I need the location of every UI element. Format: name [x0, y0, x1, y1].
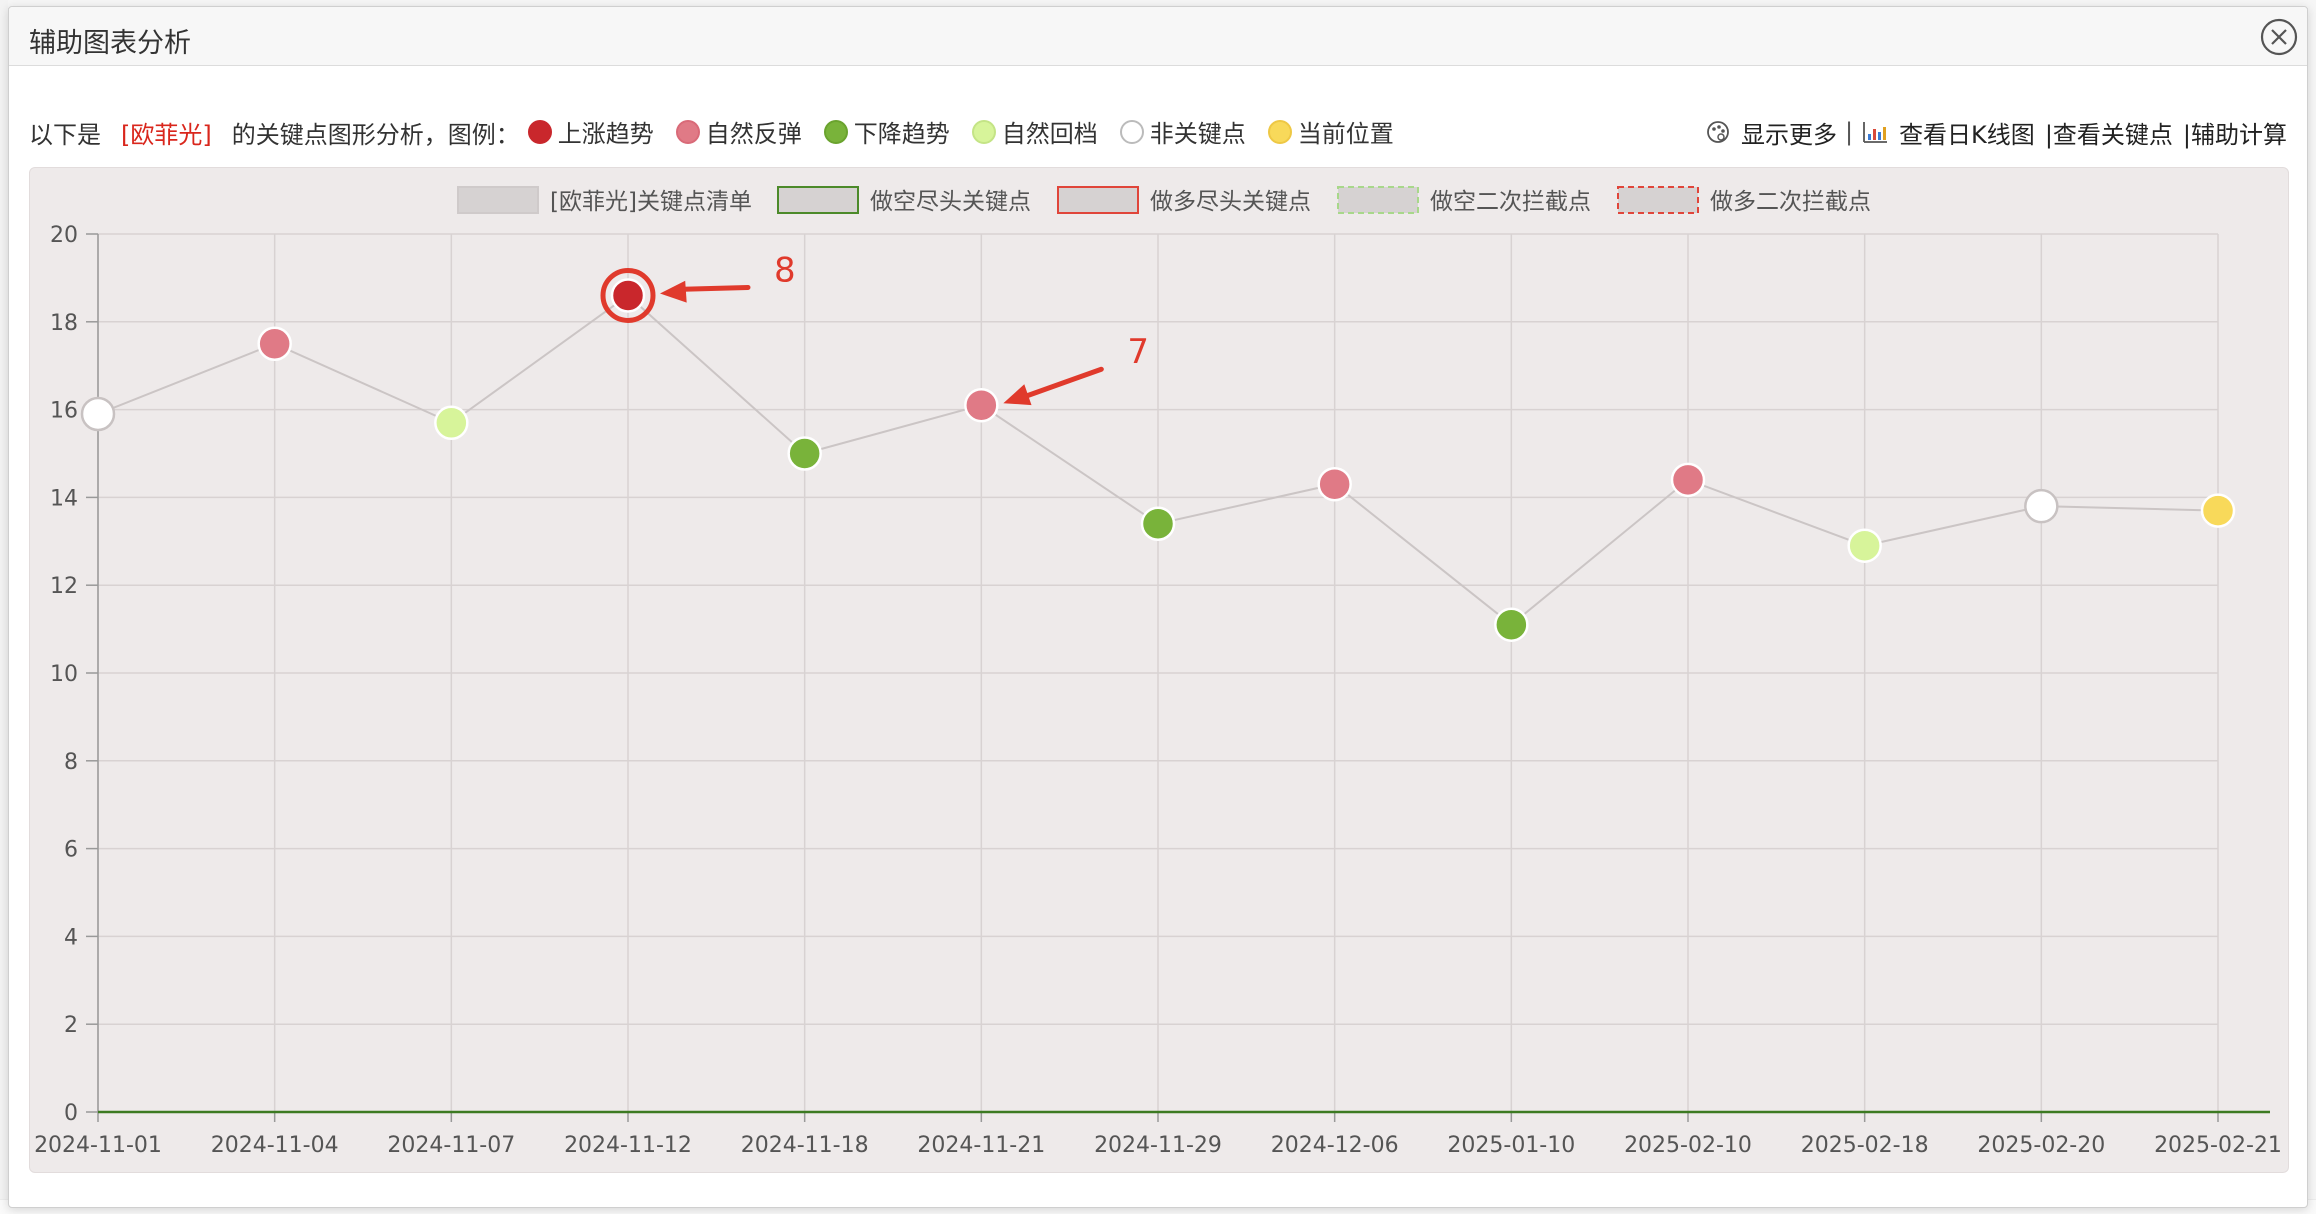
y-tick-label-4: 8 [64, 750, 78, 775]
info-suffix: 的关键点图形分析，图例： [231, 120, 520, 149]
info-prefix: 以下是 [29, 120, 101, 149]
legend-label: 非关键点 [1149, 120, 1246, 149]
data-point-3 [610, 278, 646, 313]
kline-chart-label: 查看日K线图 [1899, 120, 2035, 149]
legend-swatch-4 [1617, 186, 1699, 214]
palette-icon [1707, 121, 1729, 143]
x-tick-label-5: 2024-11-21 [917, 1133, 1045, 1158]
x-tick-label-8: 2025-01-10 [1447, 1133, 1575, 1158]
kline-chart-link[interactable]: 查看日K线图 [1861, 115, 2035, 150]
toolbar-links: 显示更多 | 查看日K线图 |查看关键点 |辅助计算 [1705, 115, 2287, 150]
annotation-arrow-shaft-1 [1014, 366, 1104, 402]
legend-label-3: 做空二次拦截点 [1430, 189, 1591, 215]
legend-dot-icon [527, 119, 552, 144]
legend-dot-icon [823, 119, 848, 144]
x-tick-label-10: 2025-02-18 [1801, 1133, 1929, 1158]
data-point-0 [80, 396, 116, 432]
legend-dot-icon [1267, 119, 1292, 144]
y-tick-label-2: 4 [64, 925, 78, 950]
legend-item-3: 自然回档 [971, 114, 1098, 149]
legend-item-5: 当前位置 [1267, 114, 1394, 149]
data-point-1 [257, 326, 292, 361]
annotation-arrow-head-1 [1003, 384, 1032, 406]
chart-panel: [欧菲光]关键点清单 做空尽头关键点 做多尽头关键点 做空二次拦截点 做多二次拦截点 0… [29, 167, 2289, 1173]
y-tick-label-5: 10 [50, 662, 78, 687]
dialog-title: 辅助图表分析 [29, 28, 191, 59]
y-tick-label-3: 6 [64, 838, 78, 863]
legend-dot-icon [1119, 119, 1144, 144]
close-icon[interactable] [2259, 17, 2299, 57]
legend-label-0: [欧菲光]关键点清单 [550, 189, 752, 215]
data-point-6 [1140, 506, 1176, 541]
dialog-titlebar: 辅助图表分析 [9, 7, 2307, 66]
data-point-9 [1670, 462, 1706, 498]
y-tick-label-7: 14 [50, 486, 78, 511]
x-tick-label-2: 2024-11-07 [387, 1133, 515, 1158]
legend-label: 下降趋势 [853, 120, 950, 149]
data-point-10 [1847, 528, 1882, 563]
y-tick-label-6: 12 [50, 574, 78, 599]
legend-item-0: 上涨趋势 [527, 114, 654, 149]
chart-legend: [欧菲光]关键点清单 做空尽头关键点 做多尽头关键点 做空二次拦截点 做多二次拦截点 [457, 186, 1871, 215]
legend-swatch-2 [1057, 186, 1139, 214]
data-point-2 [434, 405, 469, 441]
x-tick-label-9: 2025-02-10 [1624, 1133, 1752, 1158]
view-keypoints-link[interactable]: |查看关键点 [2045, 115, 2173, 150]
legend-label-2: 做多尽头关键点 [1150, 189, 1311, 215]
show-more-label: 显示更多 [1740, 120, 1837, 149]
y-tick-label-1: 2 [64, 1013, 78, 1038]
legend-label-4: 做多二次拦截点 [1710, 189, 1871, 215]
annotation-arrow-head-0 [660, 280, 687, 303]
data-point-12 [2200, 493, 2236, 528]
auxiliary-calc-link[interactable]: |辅助计算 [2183, 115, 2287, 150]
data-point-5 [964, 387, 999, 423]
stock-name: [欧菲光] [121, 120, 212, 149]
x-tick-label-12: 2025-02-21 [2154, 1133, 2282, 1158]
x-tick-label-4: 2024-11-18 [741, 1133, 869, 1158]
chart-icon [1863, 122, 1888, 143]
legend-description: 以下是 [欧菲光] 的关键点图形分析，图例： 上涨趋势 自然反弹 下降趋势 自然回档 非… [29, 114, 1416, 150]
x-tick-label-11: 2025-02-20 [1977, 1133, 2105, 1158]
chart-analysis-dialog: 辅助图表分析 以下是 [欧菲光] 的关键点图形分析，图例： 上涨趋势 自然反弹 下降… [8, 6, 2308, 1208]
legend-item-2: 下降趋势 [823, 114, 950, 149]
annotation-label-0: 8 [774, 250, 796, 290]
link-separator: | [1844, 118, 1854, 146]
legend-swatch-3 [1337, 186, 1419, 214]
data-point-11 [2024, 488, 2059, 524]
y-tick-label-0: 0 [64, 1101, 78, 1126]
data-point-4 [787, 436, 822, 471]
background-left-rail [0, 0, 8, 1214]
data-point-7 [1317, 466, 1352, 502]
legend-label: 自然反弹 [705, 120, 802, 149]
chart-annotations: 87 [600, 250, 1149, 406]
legend-item-4: 非关键点 [1119, 114, 1246, 149]
x-tick-label-0: 2024-11-01 [34, 1133, 162, 1158]
x-tick-label-7: 2024-12-06 [1271, 1133, 1399, 1158]
annotation-label-1: 7 [1127, 332, 1149, 372]
legend-dot-icon [971, 119, 996, 144]
x-tick-label-1: 2024-11-04 [211, 1133, 339, 1158]
point-type-legend: 上涨趋势 自然反弹 下降趋势 自然回档 非关键点 当前位置 [527, 114, 1416, 150]
legend-swatch-1 [777, 186, 859, 214]
legend-label: 上涨趋势 [557, 120, 654, 149]
legend-dot-icon [675, 119, 700, 144]
y-tick-label-10: 20 [50, 223, 78, 248]
info-bar: 以下是 [欧菲光] 的关键点图形分析，图例： 上涨趋势 自然反弹 下降趋势 自然回档 非… [29, 107, 2287, 157]
legend-label: 自然回档 [1001, 120, 1098, 149]
legend-label: 当前位置 [1297, 120, 1394, 149]
keypoint-line-chart: [欧菲光]关键点清单 做空尽头关键点 做多尽头关键点 做空二次拦截点 做多二次拦截点 0… [34, 186, 2282, 1158]
background-right-rail [2308, 0, 2316, 1214]
x-tick-label-3: 2024-11-12 [564, 1133, 692, 1158]
legend-item-1: 自然反弹 [675, 114, 802, 149]
show-more-link[interactable]: 显示更多 [1705, 115, 1837, 150]
data-point-8 [1494, 607, 1529, 642]
x-tick-label-6: 2024-11-29 [1094, 1133, 1222, 1158]
y-tick-label-8: 16 [50, 399, 78, 424]
chart-grid [97, 233, 2219, 1113]
legend-label-1: 做空尽头关键点 [870, 189, 1031, 215]
legend-swatch-0 [457, 186, 539, 214]
y-tick-label-9: 18 [50, 311, 78, 336]
